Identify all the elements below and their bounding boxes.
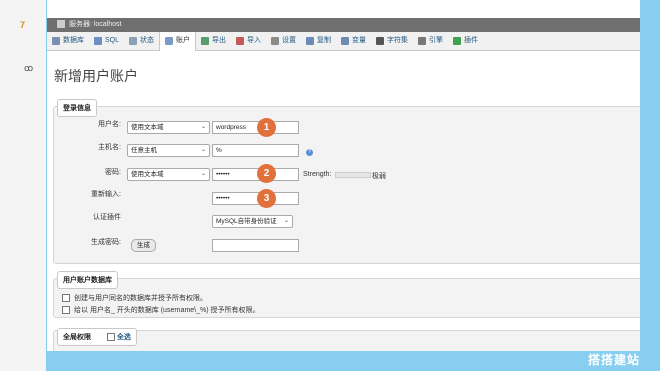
tab-plugins[interactable]: 插件	[448, 32, 483, 50]
password-type-value: 使用文本域	[131, 171, 164, 178]
global-privileges-legend: 全局权限 全选	[57, 328, 137, 346]
host-type-select[interactable]: 任意主机 ⌄	[127, 144, 210, 157]
sql-icon	[94, 37, 102, 45]
tab-export[interactable]: 导出	[196, 32, 231, 50]
tab-database[interactable]: 数据库	[47, 32, 89, 50]
host-label: 主机名:	[98, 144, 121, 151]
charset-icon	[376, 37, 385, 45]
username-input[interactable]: wordpress	[212, 121, 299, 134]
tab-label: 账户	[176, 37, 191, 44]
password-type-select[interactable]: 使用文本域 ⌄	[127, 168, 210, 181]
plugins-icon	[453, 37, 462, 45]
tab-accounts[interactable]: 账户	[159, 31, 197, 51]
create-db-checkbox[interactable]	[62, 294, 70, 302]
auth-plugin-label: 认证插件	[93, 214, 121, 221]
tab-label: 插件	[464, 37, 479, 44]
check-all-label[interactable]: 全选	[117, 334, 131, 341]
check-all-checkbox[interactable]	[106, 333, 115, 342]
step-marker-1: 1	[257, 118, 276, 137]
password-label: 密码:	[105, 169, 121, 176]
tab-label: 设置	[282, 37, 297, 44]
grant-wildcard-checkbox[interactable]	[62, 306, 70, 314]
top-tab-bar: 数据库 SQL 状态 账户 导出 导入 设置 复制 变量 字符集 引擎 插件	[47, 31, 640, 51]
replication-icon	[306, 37, 315, 45]
global-privileges-fieldset: 全局权限 全选	[53, 328, 640, 351]
create-db-label: 创建与用户同名的数据库并授予所有权限。	[74, 295, 207, 302]
settings-icon	[271, 37, 280, 45]
phpmyadmin-window: 服务器: localhost 数据库 SQL 状态 账户 导出 导入 设置 复制 变量 字符集 引擎…	[47, 0, 640, 351]
global-privileges-title: 全局权限	[63, 334, 91, 341]
export-icon	[201, 37, 210, 45]
tab-status[interactable]: 状态	[124, 32, 159, 50]
create-db-option[interactable]: 创建与用户同名的数据库并授予所有权限。	[62, 293, 207, 303]
engines-icon	[418, 37, 427, 45]
page-title: 新增用户账户	[54, 68, 138, 84]
tab-label: 变量	[352, 37, 367, 44]
login-info-fieldset: 登录信息 用户名: 使用文本域 ⌄ wordpress 主机名: 任意主机 ⌄ % …	[53, 99, 640, 264]
accounts-icon	[165, 37, 174, 45]
grant-wildcard-option[interactable]: 给以 用户名_ 开头的数据库 (username\_%) 授予所有权限。	[62, 305, 260, 315]
breadcrumb[interactable]: 服务器: localhost	[69, 21, 122, 28]
tab-label: 状态	[140, 37, 155, 44]
left-panel-link-icon[interactable]: ꝏ	[24, 63, 33, 74]
tab-sql[interactable]: SQL	[89, 32, 124, 50]
grant-wildcard-label: 给以 用户名_ 开头的数据库 (username\_%) 授予所有权限。	[74, 307, 260, 314]
username-type-select[interactable]: 使用文本域 ⌄	[127, 121, 210, 134]
retype-label: 重新输入:	[91, 191, 121, 198]
chevron-down-icon: ⌄	[200, 171, 206, 177]
tab-label: 导出	[212, 37, 227, 44]
tab-import[interactable]: 导入	[231, 32, 266, 50]
host-input[interactable]: %	[212, 144, 299, 157]
import-icon	[236, 37, 245, 45]
auth-plugin-select[interactable]: MySQL自带身份验证 ⌄	[212, 215, 293, 228]
tab-label: 导入	[247, 37, 262, 44]
auth-plugin-value: MySQL自带身份验证	[216, 218, 277, 225]
tab-label: 数据库	[63, 37, 84, 44]
variables-icon	[341, 37, 350, 45]
login-info-legend: 登录信息	[57, 99, 97, 117]
username-type-value: 使用文本域	[131, 124, 164, 131]
chevron-down-icon: ⌄	[200, 124, 206, 130]
generate-password-button[interactable]: 生成	[131, 239, 156, 252]
password-input[interactable]: ••••••	[212, 168, 299, 181]
step-marker-2: 2	[257, 164, 276, 183]
user-db-fieldset: 用户账户数据库 创建与用户同名的数据库并授予所有权限。 给以 用户名_ 开头的数…	[53, 271, 640, 318]
generate-password-label: 生成密码:	[91, 239, 121, 246]
generated-password-input[interactable]	[212, 239, 299, 252]
host-type-value: 任意主机	[131, 147, 157, 154]
tab-label: 字符集	[387, 37, 409, 44]
watermark-logo: 搭搭建站	[587, 353, 640, 367]
tab-label: SQL	[105, 37, 120, 44]
status-icon	[129, 37, 138, 45]
breadcrumb-bar: 服务器: localhost	[47, 18, 640, 32]
username-label: 用户名:	[98, 121, 121, 128]
chevron-down-icon: ⌄	[200, 147, 206, 153]
database-icon	[52, 37, 60, 45]
left-panel-marker: 7	[20, 20, 26, 30]
tab-settings[interactable]: 设置	[266, 32, 301, 50]
tab-engines[interactable]: 引擎	[413, 32, 448, 50]
tab-replication[interactable]: 复制	[301, 32, 336, 50]
user-db-legend: 用户账户数据库	[57, 271, 118, 289]
server-icon	[57, 20, 65, 29]
help-icon[interactable]: ?	[306, 149, 313, 156]
tab-label: 复制	[317, 37, 332, 44]
strength-text: 极弱	[372, 173, 386, 180]
strength-meter	[335, 172, 371, 178]
tab-variables[interactable]: 变量	[336, 32, 371, 50]
tab-charset[interactable]: 字符集	[371, 32, 413, 50]
left-panel-strip: 7 ꝏ	[0, 0, 46, 371]
tab-label: 引擎	[429, 37, 444, 44]
retype-input[interactable]: ••••••	[212, 192, 299, 205]
strength-label: Strength:	[303, 171, 332, 178]
step-marker-3: 3	[257, 189, 276, 208]
chevron-down-icon: ⌄	[283, 218, 289, 224]
